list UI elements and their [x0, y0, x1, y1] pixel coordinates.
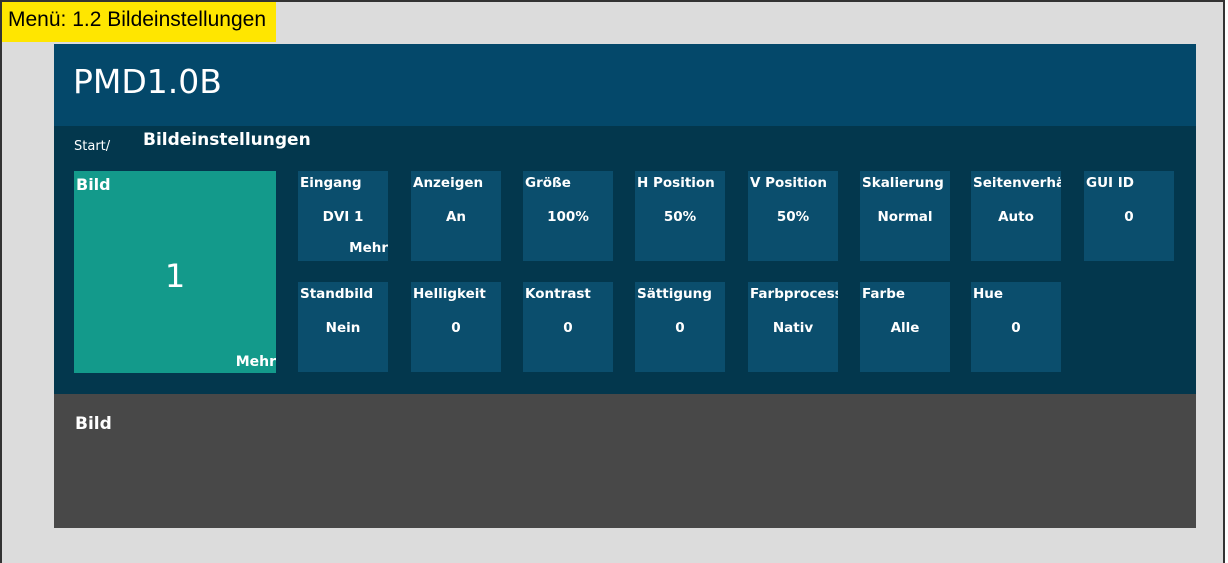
tile-helligkeit[interactable]: Helligkeit 0 [411, 282, 501, 372]
device-screen: PMD1.0B Start/ Bildeinstellungen Bild 1 … [54, 44, 1196, 528]
tile-value: 0 [1124, 209, 1134, 225]
tile-label: Größe [525, 175, 571, 191]
tile-value: 100% [547, 209, 589, 225]
tile-label: Helligkeit [413, 286, 486, 302]
tile-label: Hue [973, 286, 1004, 302]
tile-label: Skalierung [862, 175, 944, 191]
tile-label: Kontrast [525, 286, 591, 302]
tile-more: Mehr [349, 240, 388, 256]
tile-value: 50% [776, 209, 810, 225]
tile-value: 0 [1011, 320, 1021, 336]
tile-bild-more: Mehr [235, 354, 276, 370]
tile-bild-value: 1 [164, 257, 186, 295]
tile-seitenverhaeltnis[interactable]: Seitenverhä Auto [971, 171, 1061, 261]
screenshot-frame: Menü: 1.2 Bildeinstellungen PMD1.0B Star… [0, 0, 1225, 563]
menu-caption: Menü: 1.2 Bildeinstellungen [2, 2, 277, 42]
tile-farbprocess[interactable]: Farbprocess Nativ [748, 282, 838, 372]
tile-farbe[interactable]: Farbe Alle [860, 282, 950, 372]
tile-saettigung[interactable]: Sättigung 0 [635, 282, 725, 372]
device-title: PMD1.0B [73, 62, 222, 101]
tile-label: H Position [637, 175, 715, 191]
tile-kontrast[interactable]: Kontrast 0 [523, 282, 613, 372]
tile-value: Alle [890, 320, 920, 336]
tile-label: V Position [750, 175, 827, 191]
tile-label: Anzeigen [413, 175, 484, 191]
tile-bild[interactable]: Bild 1 Mehr [74, 171, 276, 373]
tile-value: An [445, 209, 467, 225]
tile-value: Auto [998, 209, 1034, 225]
tile-label: Sättigung [637, 286, 712, 302]
tile-anzeigen[interactable]: Anzeigen An [411, 171, 501, 261]
tile-value: 50% [663, 209, 697, 225]
tile-value: 0 [675, 320, 685, 336]
status-area-label: Bild [75, 414, 112, 434]
tile-groesse[interactable]: Größe 100% [523, 171, 613, 261]
tile-value: Normal [877, 209, 933, 225]
tile-value: Nativ [772, 320, 814, 336]
tile-label: Farbe [862, 286, 906, 302]
breadcrumb-start-link[interactable]: Start/ [74, 139, 110, 155]
tile-eingang[interactable]: Eingang DVI 1 Mehr [298, 171, 388, 261]
tile-value: 0 [563, 320, 573, 336]
tile-bild-label: Bild [76, 175, 111, 194]
tile-value: DVI 1 [322, 209, 364, 225]
tile-skalierung[interactable]: Skalierung Normal [860, 171, 950, 261]
tile-label: Eingang [300, 175, 362, 191]
tile-v-position[interactable]: V Position 50% [748, 171, 838, 261]
tile-label: GUI ID [1086, 175, 1134, 191]
tile-label: Seitenverhä [973, 175, 1061, 191]
tile-value: Nein [325, 320, 361, 336]
tile-hue[interactable]: Hue 0 [971, 282, 1061, 372]
settings-panel: Start/ Bildeinstellungen Bild 1 Mehr Ein… [54, 126, 1196, 394]
page-title: Bildeinstellungen [143, 130, 311, 150]
tile-standbild[interactable]: Standbild Nein [298, 282, 388, 372]
tile-label: Standbild [300, 286, 374, 302]
tile-h-position[interactable]: H Position 50% [635, 171, 725, 261]
tile-value: 0 [451, 320, 461, 336]
tile-label: Farbprocess [750, 286, 838, 302]
tile-gui-id[interactable]: GUI ID 0 [1084, 171, 1174, 261]
header-bar: PMD1.0B [54, 44, 1196, 126]
